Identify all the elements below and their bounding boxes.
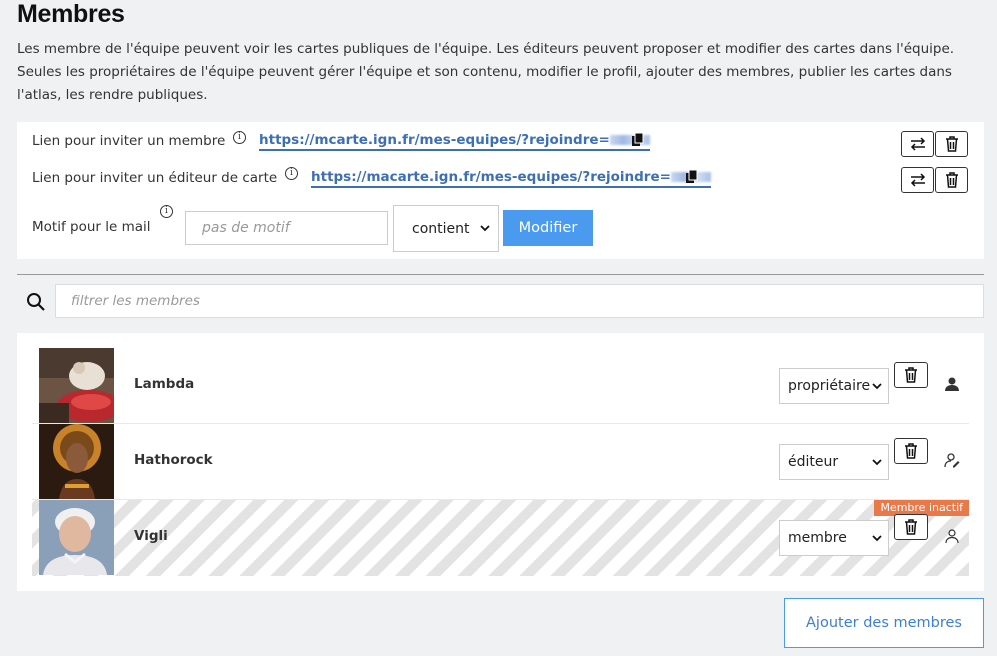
page-title: Membres xyxy=(17,0,125,28)
motif-input[interactable] xyxy=(185,211,388,245)
role-select[interactable]: éditeur xyxy=(779,444,889,480)
chevron-down-icon xyxy=(480,225,490,232)
delete-member-button[interactable] xyxy=(894,514,928,540)
member-invite-label: Lien pour inviter un membre xyxy=(32,133,226,149)
member-row: Vigli Membre inactif membre xyxy=(32,500,969,576)
trash-icon xyxy=(945,172,958,188)
modify-button[interactable]: Modifier xyxy=(503,210,593,246)
member-row: Hathorock éditeur xyxy=(32,424,969,500)
search-icon xyxy=(27,293,45,311)
info-icon[interactable]: i xyxy=(160,205,173,218)
motif-select[interactable]: contient xyxy=(393,205,499,252)
delete-member-button[interactable] xyxy=(894,438,928,464)
regenerate-editor-link-button[interactable] xyxy=(901,167,934,193)
filter-members-input[interactable] xyxy=(55,284,984,318)
member-invite-link[interactable]: https://mcarte.ign.fr/mes-equipes/?rejoi… xyxy=(259,132,650,151)
role-select[interactable]: membre xyxy=(779,520,889,556)
role-select-value: membre xyxy=(788,530,847,546)
role-select-value: éditeur xyxy=(788,454,839,470)
avatar xyxy=(39,424,114,499)
delete-member-button[interactable] xyxy=(894,362,928,388)
info-icon[interactable]: i xyxy=(233,131,246,144)
delete-editor-link-button[interactable] xyxy=(935,167,968,193)
role-select-value: propriétaire xyxy=(788,378,871,394)
trash-icon xyxy=(945,136,958,152)
trash-icon xyxy=(905,443,917,459)
members-list: Lambda propriétaire Hathorock éditeur Vi… xyxy=(17,333,984,591)
add-members-button[interactable]: Ajouter des membres xyxy=(784,598,984,648)
role-select[interactable]: propriétaire xyxy=(779,368,889,404)
divider xyxy=(17,274,984,275)
copy-icon[interactable] xyxy=(685,170,699,184)
member-row: Lambda propriétaire xyxy=(32,348,969,424)
avatar xyxy=(39,500,114,575)
chevron-down-icon xyxy=(872,459,882,466)
invite-panel: Lien pour inviter un membre i https://mc… xyxy=(17,122,984,259)
owner-icon xyxy=(945,377,959,391)
swap-icon xyxy=(910,173,925,187)
motif-select-value: contient xyxy=(412,220,470,237)
member-invite-link-text: https://mcarte.ign.fr/mes-equipes/?rejoi… xyxy=(259,132,610,148)
trash-icon xyxy=(905,519,917,535)
editor-invite-label: Lien pour inviter un éditeur de carte xyxy=(32,170,278,186)
member-name: Lambda xyxy=(134,376,195,392)
trash-icon xyxy=(905,367,917,383)
avatar xyxy=(39,348,114,423)
editor-invite-link[interactable]: https://macarte.ign.fr/mes-equipes/?rejo… xyxy=(311,169,711,188)
editor-invite-link-text: https://macarte.ign.fr/mes-equipes/?rejo… xyxy=(311,169,671,185)
regenerate-member-link-button[interactable] xyxy=(901,131,934,157)
swap-icon xyxy=(910,137,925,151)
page-description: Les membre de l'équipe peuvent voir les … xyxy=(17,41,955,103)
motif-label: Motif pour le mail xyxy=(32,219,151,235)
member-name: Hathorock xyxy=(134,452,213,468)
chevron-down-icon xyxy=(872,535,882,542)
member-name: Vigli xyxy=(134,528,168,544)
info-icon[interactable]: i xyxy=(285,167,298,180)
editor-icon xyxy=(944,453,960,468)
copy-icon[interactable] xyxy=(631,133,645,147)
chevron-down-icon xyxy=(872,383,882,390)
member-icon xyxy=(945,529,959,544)
delete-member-link-button[interactable] xyxy=(935,131,968,157)
